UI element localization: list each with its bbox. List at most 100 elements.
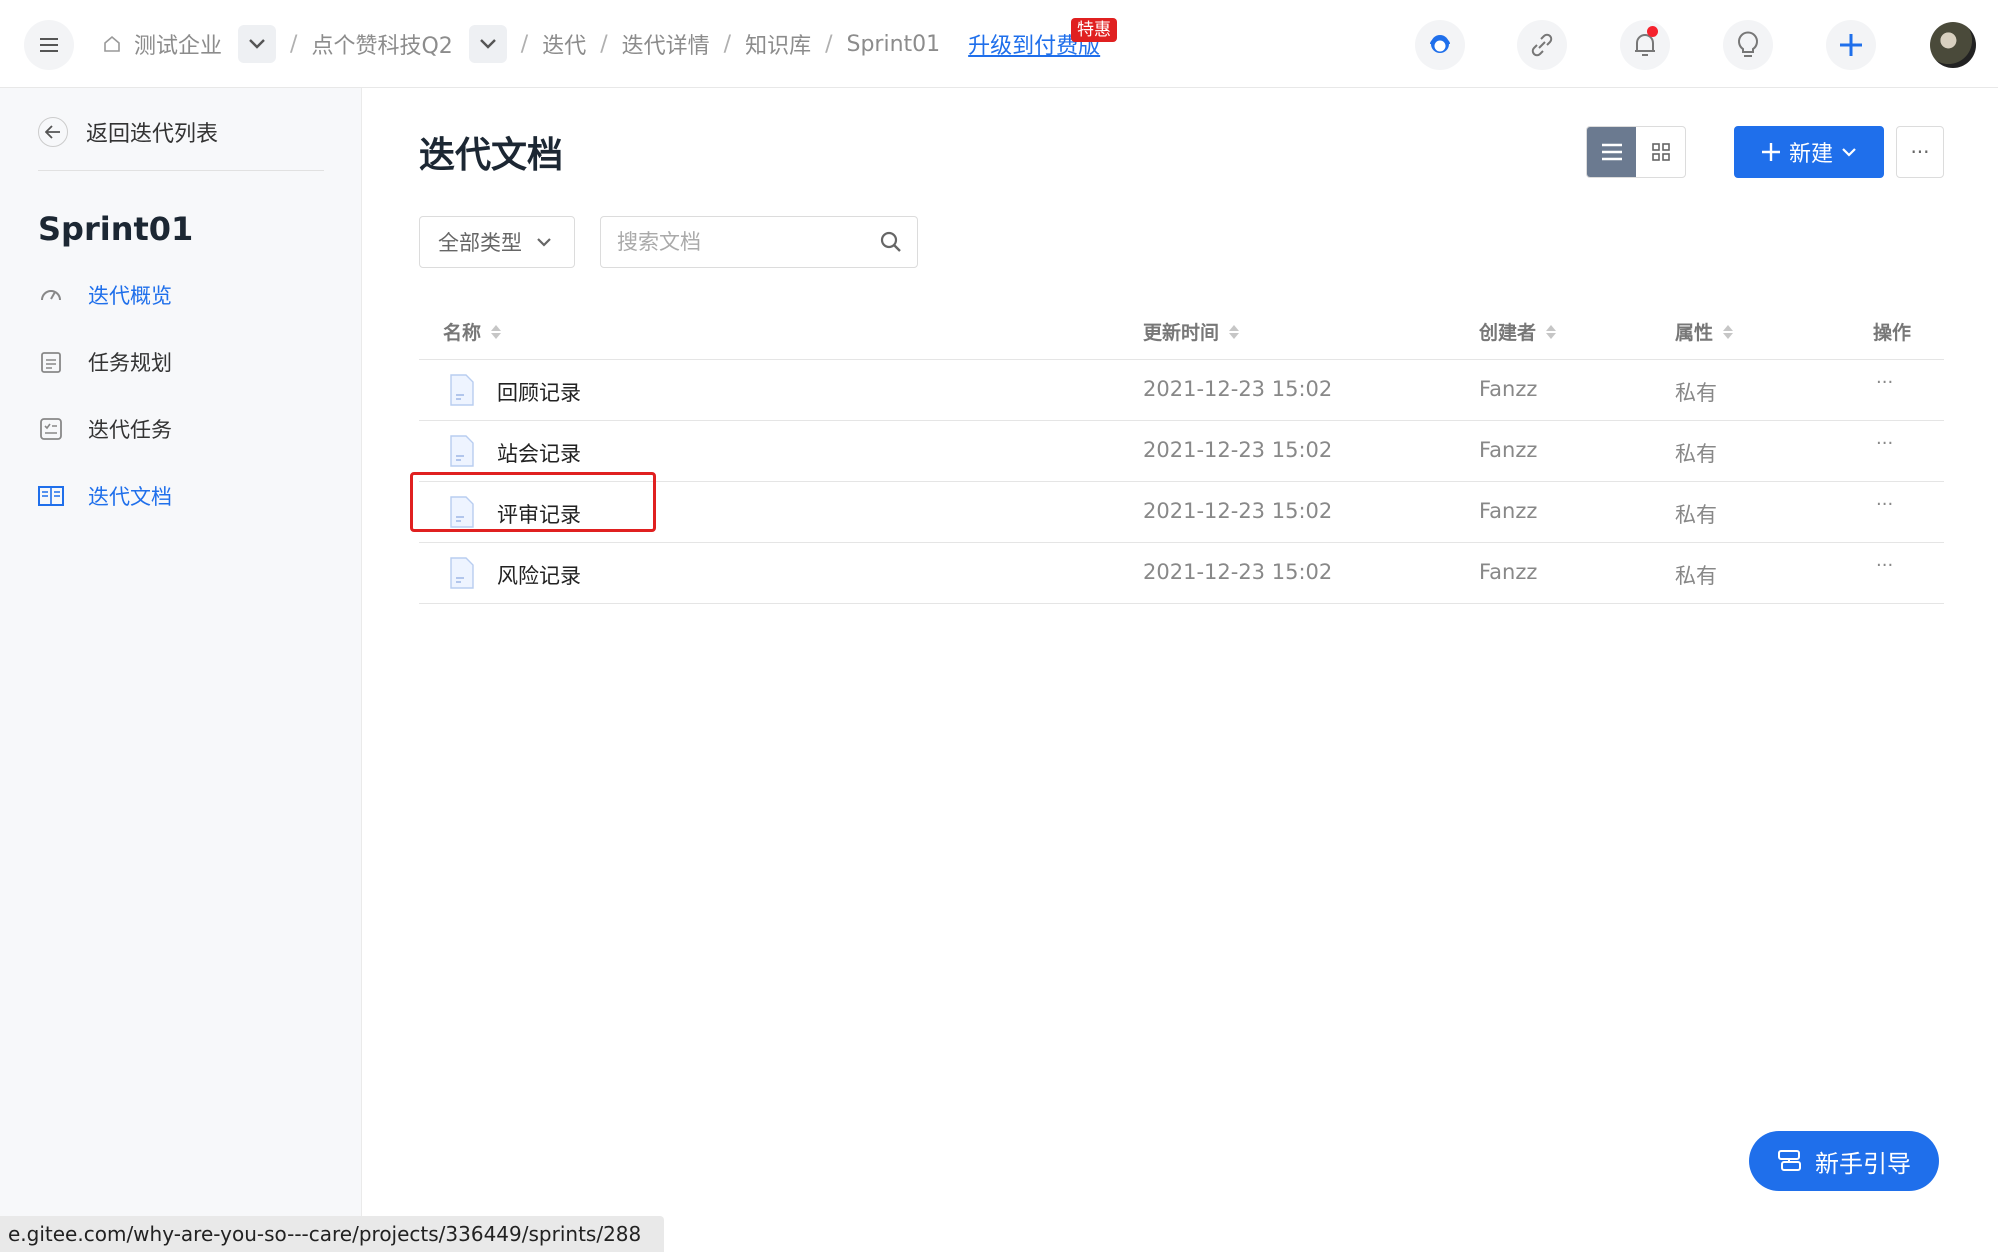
beginner-guide-button[interactable]: 新手引导 <box>1749 1131 1939 1191</box>
breadcrumb-separator: / <box>520 31 529 57</box>
document-updated: 2021-12-23 15:02 <box>1143 438 1333 462</box>
column-label: 更新时间 <box>1143 322 1220 344</box>
column-header-actions: 操作 <box>1873 318 1911 345</box>
arrow-left-icon <box>38 117 68 147</box>
notification-dot <box>1647 26 1658 37</box>
link-button[interactable] <box>1517 20 1567 70</box>
sort-icon <box>1723 324 1734 339</box>
document-icon <box>450 435 474 467</box>
main-content: 迭代文档 新建 ··· 全部类型 名称 更新时间 创建者 <box>362 88 1998 1252</box>
tips-button[interactable] <box>1723 20 1773 70</box>
back-to-iterations-button[interactable]: 返回迭代列表 <box>38 116 218 148</box>
document-icon <box>450 374 474 406</box>
chevron-down-icon <box>1842 148 1856 157</box>
sidebar: 返回迭代列表 Sprint01 迭代概览 任务规划 迭代任务 迭代文档 <box>0 88 362 1252</box>
project-dropdown-button[interactable] <box>468 25 507 63</box>
row-actions-button[interactable]: ··· <box>1876 372 1893 393</box>
chevron-down-icon <box>479 39 496 49</box>
document-name[interactable]: 风险记录 <box>497 560 581 590</box>
column-header-updated[interactable]: 更新时间 <box>1143 318 1240 345</box>
row-actions-button[interactable]: ··· <box>1876 555 1893 576</box>
highlight-annotation-box <box>410 472 656 532</box>
plus-icon <box>1761 143 1780 161</box>
breadcrumb: 测试企业 / 点个赞科技Q2 / 迭代 / 迭代详情 / 知识库 / Sprin… <box>102 24 1100 64</box>
column-label: 属性 <box>1675 322 1714 344</box>
checklist-icon <box>38 416 64 442</box>
breadcrumb-separator: / <box>825 31 833 57</box>
enterprise-dropdown-button[interactable] <box>238 25 277 63</box>
breadcrumb-knowledge-base[interactable]: 知识库 <box>745 28 811 60</box>
sort-icon <box>1229 324 1240 339</box>
sidebar-item-iteration-docs[interactable]: 迭代文档 <box>38 481 172 511</box>
lightbulb-icon <box>1738 31 1758 57</box>
breadcrumb-enterprise[interactable]: 测试企业 <box>134 28 222 60</box>
breadcrumb-iteration[interactable]: 迭代 <box>542 28 586 60</box>
breadcrumb-sprint: Sprint01 <box>846 31 941 57</box>
grid-icon <box>1651 143 1670 161</box>
promo-badge: 特惠 <box>1071 18 1117 42</box>
sprint-title: Sprint01 <box>38 210 194 248</box>
column-header-attribute[interactable]: 属性 <box>1675 318 1734 345</box>
table-row[interactable]: 回顾记录 2021-12-23 15:02 Fanzz 私有 ··· <box>419 360 1944 421</box>
avatar[interactable] <box>1930 22 1976 68</box>
document-updated: 2021-12-23 15:02 <box>1143 560 1333 584</box>
document-icon <box>450 557 474 589</box>
hamburger-menu-button[interactable] <box>24 20 74 70</box>
calendar-icon <box>38 349 64 375</box>
breadcrumb-separator: / <box>600 31 608 57</box>
customer-service-icon <box>1430 35 1450 53</box>
page-title: 迭代文档 <box>419 135 564 176</box>
document-updated: 2021-12-23 15:02 <box>1143 377 1333 401</box>
plus-icon <box>1840 34 1862 56</box>
type-filter-select[interactable]: 全部类型 <box>419 216 575 268</box>
row-actions-button[interactable]: ··· <box>1876 433 1893 454</box>
column-label: 操作 <box>1873 322 1912 344</box>
list-icon <box>1601 143 1622 161</box>
documents-table: 名称 更新时间 创建者 属性 操作 回顾记录 2021-12-23 15:02 … <box>419 298 1944 604</box>
customer-service-button[interactable] <box>1415 20 1465 70</box>
document-creator: Fanzz <box>1479 499 1538 523</box>
document-attribute: 私有 <box>1675 381 1717 405</box>
sidebar-item-label: 任务规划 <box>88 351 172 375</box>
sidebar-item-label: 迭代概览 <box>88 284 172 308</box>
document-creator: Fanzz <box>1479 438 1538 462</box>
document-attribute: 私有 <box>1675 442 1717 466</box>
search-icon[interactable] <box>879 230 903 254</box>
sidebar-item-label: 迭代文档 <box>88 485 172 509</box>
column-label: 名称 <box>443 322 482 344</box>
column-header-name[interactable]: 名称 <box>443 318 502 345</box>
breadcrumb-separator: / <box>290 31 298 57</box>
sidebar-item-overview[interactable]: 迭代概览 <box>38 280 172 310</box>
breadcrumb-project[interactable]: 点个赞科技Q2 <box>311 28 452 60</box>
guide-button-label: 新手引导 <box>1815 1149 1911 1178</box>
create-button[interactable] <box>1826 20 1876 70</box>
view-toggle <box>1586 126 1686 178</box>
document-creator: Fanzz <box>1479 560 1538 584</box>
breadcrumb-separator: / <box>723 31 732 57</box>
breadcrumb-iteration-detail[interactable]: 迭代详情 <box>622 28 710 60</box>
new-document-button[interactable]: 新建 <box>1734 126 1884 178</box>
column-label: 创建者 <box>1479 322 1537 344</box>
sort-icon <box>491 324 502 339</box>
list-view-button[interactable] <box>1587 127 1636 177</box>
notifications-button[interactable] <box>1620 20 1670 70</box>
sidebar-item-iteration-tasks[interactable]: 迭代任务 <box>38 414 172 444</box>
top-bar: 测试企业 / 点个赞科技Q2 / 迭代 / 迭代详情 / 知识库 / Sprin… <box>0 0 1998 88</box>
grid-view-button[interactable] <box>1636 127 1685 177</box>
document-attribute: 私有 <box>1675 503 1717 527</box>
back-label: 返回迭代列表 <box>86 122 219 147</box>
new-button-label: 新建 <box>1788 142 1833 167</box>
column-header-creator[interactable]: 创建者 <box>1479 318 1557 345</box>
table-row[interactable]: 风险记录 2021-12-23 15:02 Fanzz 私有 ··· <box>419 543 1944 604</box>
link-icon <box>1531 33 1553 57</box>
document-creator: Fanzz <box>1479 377 1538 401</box>
sort-icon <box>1546 324 1557 339</box>
search-input[interactable] <box>617 230 877 254</box>
sidebar-item-task-planning[interactable]: 任务规划 <box>38 347 172 377</box>
row-actions-button[interactable]: ··· <box>1876 494 1893 515</box>
chevron-down-icon <box>249 39 265 49</box>
document-name[interactable]: 站会记录 <box>497 438 581 468</box>
home-icon <box>104 35 120 52</box>
document-name[interactable]: 回顾记录 <box>497 377 581 407</box>
more-options-button[interactable]: ··· <box>1896 126 1944 178</box>
